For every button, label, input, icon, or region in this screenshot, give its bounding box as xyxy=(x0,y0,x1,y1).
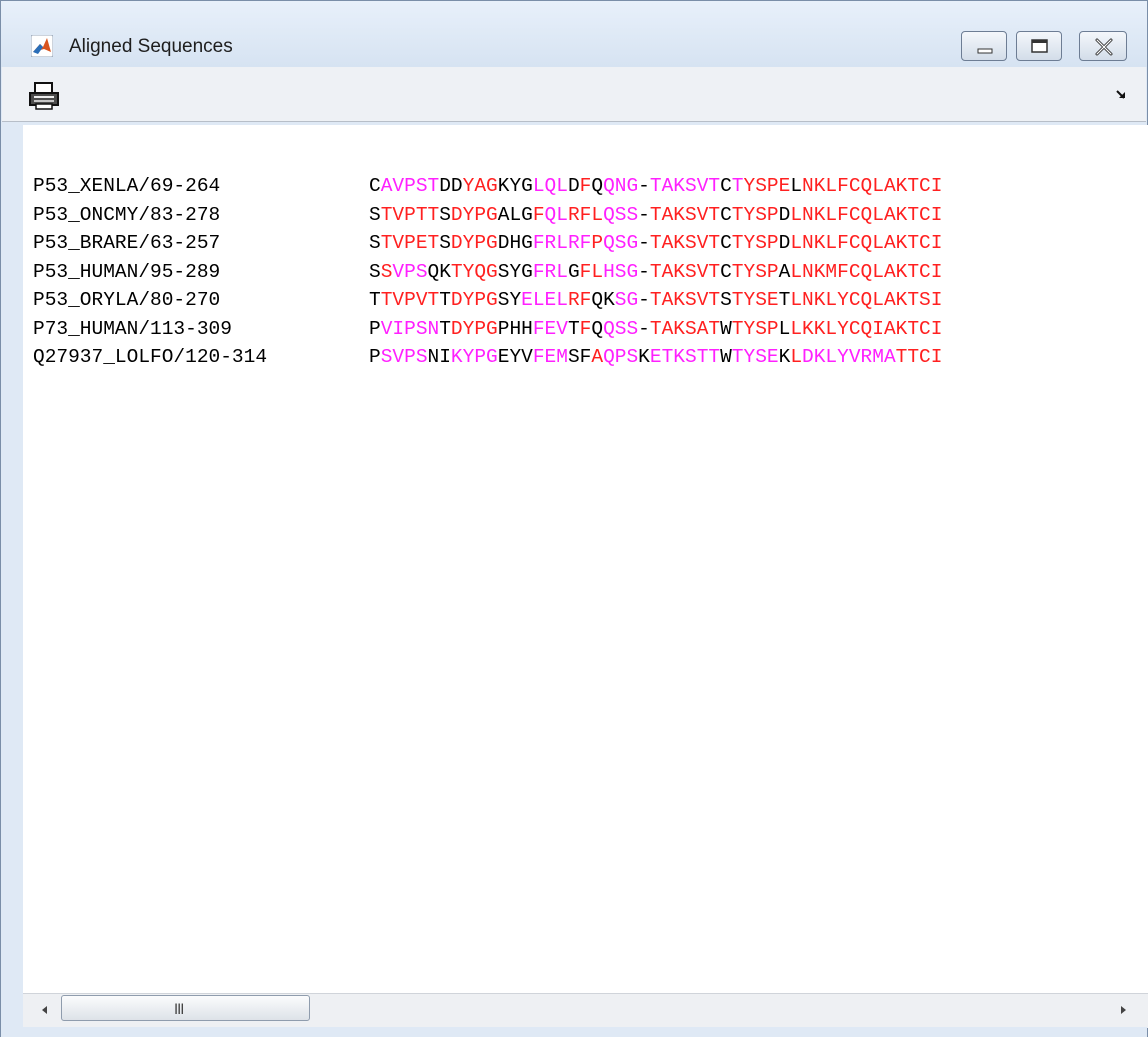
horizontal-scrollbar[interactable]: III xyxy=(23,993,1148,1028)
dock-icon[interactable] xyxy=(1110,83,1132,105)
minimize-button[interactable] xyxy=(961,31,1007,61)
sequence-name: P53_ONCMY/83-278 xyxy=(33,203,221,226)
window-bottom-border xyxy=(1,1027,1147,1037)
sequence-name: P53_HUMAN/95-289 xyxy=(33,260,221,283)
sequence-residues: STVPETSDYPGDHGFRLRFPQSG-TAKSVTCTYSPDLNKL… xyxy=(369,232,943,254)
sequence-residues: CAVPSTDDYAGKYGLQLDFQQNG-TAKSVTCTYSPELNKL… xyxy=(369,175,943,197)
close-icon xyxy=(1095,38,1113,56)
sequence-row: P53_HUMAN/95-289 SSVPSQKTYQGSYGFRLGFLHSG-… xyxy=(33,259,942,285)
close-button[interactable] xyxy=(1079,31,1127,61)
print-icon[interactable] xyxy=(26,81,62,111)
sequence-row: P53_XENLA/69-264 CAVPSTDDYAGKYGLQLDFQQNG-… xyxy=(33,173,942,199)
sequence-row: Q27937_LOLFO/120-314 PSVPSNIKYPGEYVFEMSFA… xyxy=(33,344,942,370)
sequence-residues: SSVPSQKTYQGSYGFRLGFLHSG-TAKSVTCTYSPALNKM… xyxy=(369,260,943,283)
sequence-name: P53_ORYLA/80-270 xyxy=(33,289,221,311)
sequence-residues: PSVPSNIKYPGEYVFEMSFAQPSKETKSTTWTYSEKLDKL… xyxy=(369,346,943,368)
sequence-row: P53_ORYLA/80-270 TTVPVTTDYPGSYELELRFQKSG-… xyxy=(33,287,942,313)
scroll-grip: III xyxy=(174,1002,184,1018)
maximize-icon xyxy=(1031,39,1048,53)
sequence-row: P53_ONCMY/83-278 STVPTTSDYPGALGFQLRFLQSS-… xyxy=(33,202,942,228)
sequence-row: P73_HUMAN/113-309 PVIPSNTDYPGPHHFEVTFQQSS… xyxy=(33,316,942,342)
sequence-residues: TTVPVTTDYPGSYELELRFQKSG-TAKSVTSTYSETLNKL… xyxy=(369,289,943,311)
window-title: Aligned Sequences xyxy=(69,36,233,57)
title-bar[interactable]: Aligned Sequences xyxy=(1,1,1147,67)
sequence-name: P53_BRARE/63-257 xyxy=(33,232,221,254)
sequence-residues: PVIPSNTDYPGPHHFEVTFQQSS-TAKSATWTYSPLLKKL… xyxy=(369,317,943,340)
toolbar xyxy=(2,67,1146,122)
sequence-alignment-panel: P53_XENLA/69-264 CAVPSTDDYAGKYGLQLDFQQNG-… xyxy=(23,125,1148,993)
sequence-name: Q27937_LOLFO/120-314 xyxy=(33,346,268,368)
scroll-left-icon[interactable] xyxy=(37,1002,53,1018)
sequence-residues: STVPTTSDYPGALGFQLRFLQSS-TAKSVTCTYSPDLNKL… xyxy=(369,203,943,226)
sequence-row: P53_BRARE/63-257 STVPETSDYPGDHGFRLRFPQSG-… xyxy=(33,230,942,256)
sequence-name: P73_HUMAN/113-309 xyxy=(33,317,232,340)
scroll-right-icon[interactable] xyxy=(1115,1002,1131,1018)
scroll-thumb[interactable]: III xyxy=(61,995,310,1021)
minimize-icon xyxy=(977,48,993,54)
aligned-sequences-window: Aligned Sequences P53_XENLA/69-264 CAVPS… xyxy=(0,0,1148,1037)
sequence-name: P53_XENLA/69-264 xyxy=(33,175,221,197)
maximize-button[interactable] xyxy=(1016,31,1062,61)
matlab-icon xyxy=(31,35,53,57)
